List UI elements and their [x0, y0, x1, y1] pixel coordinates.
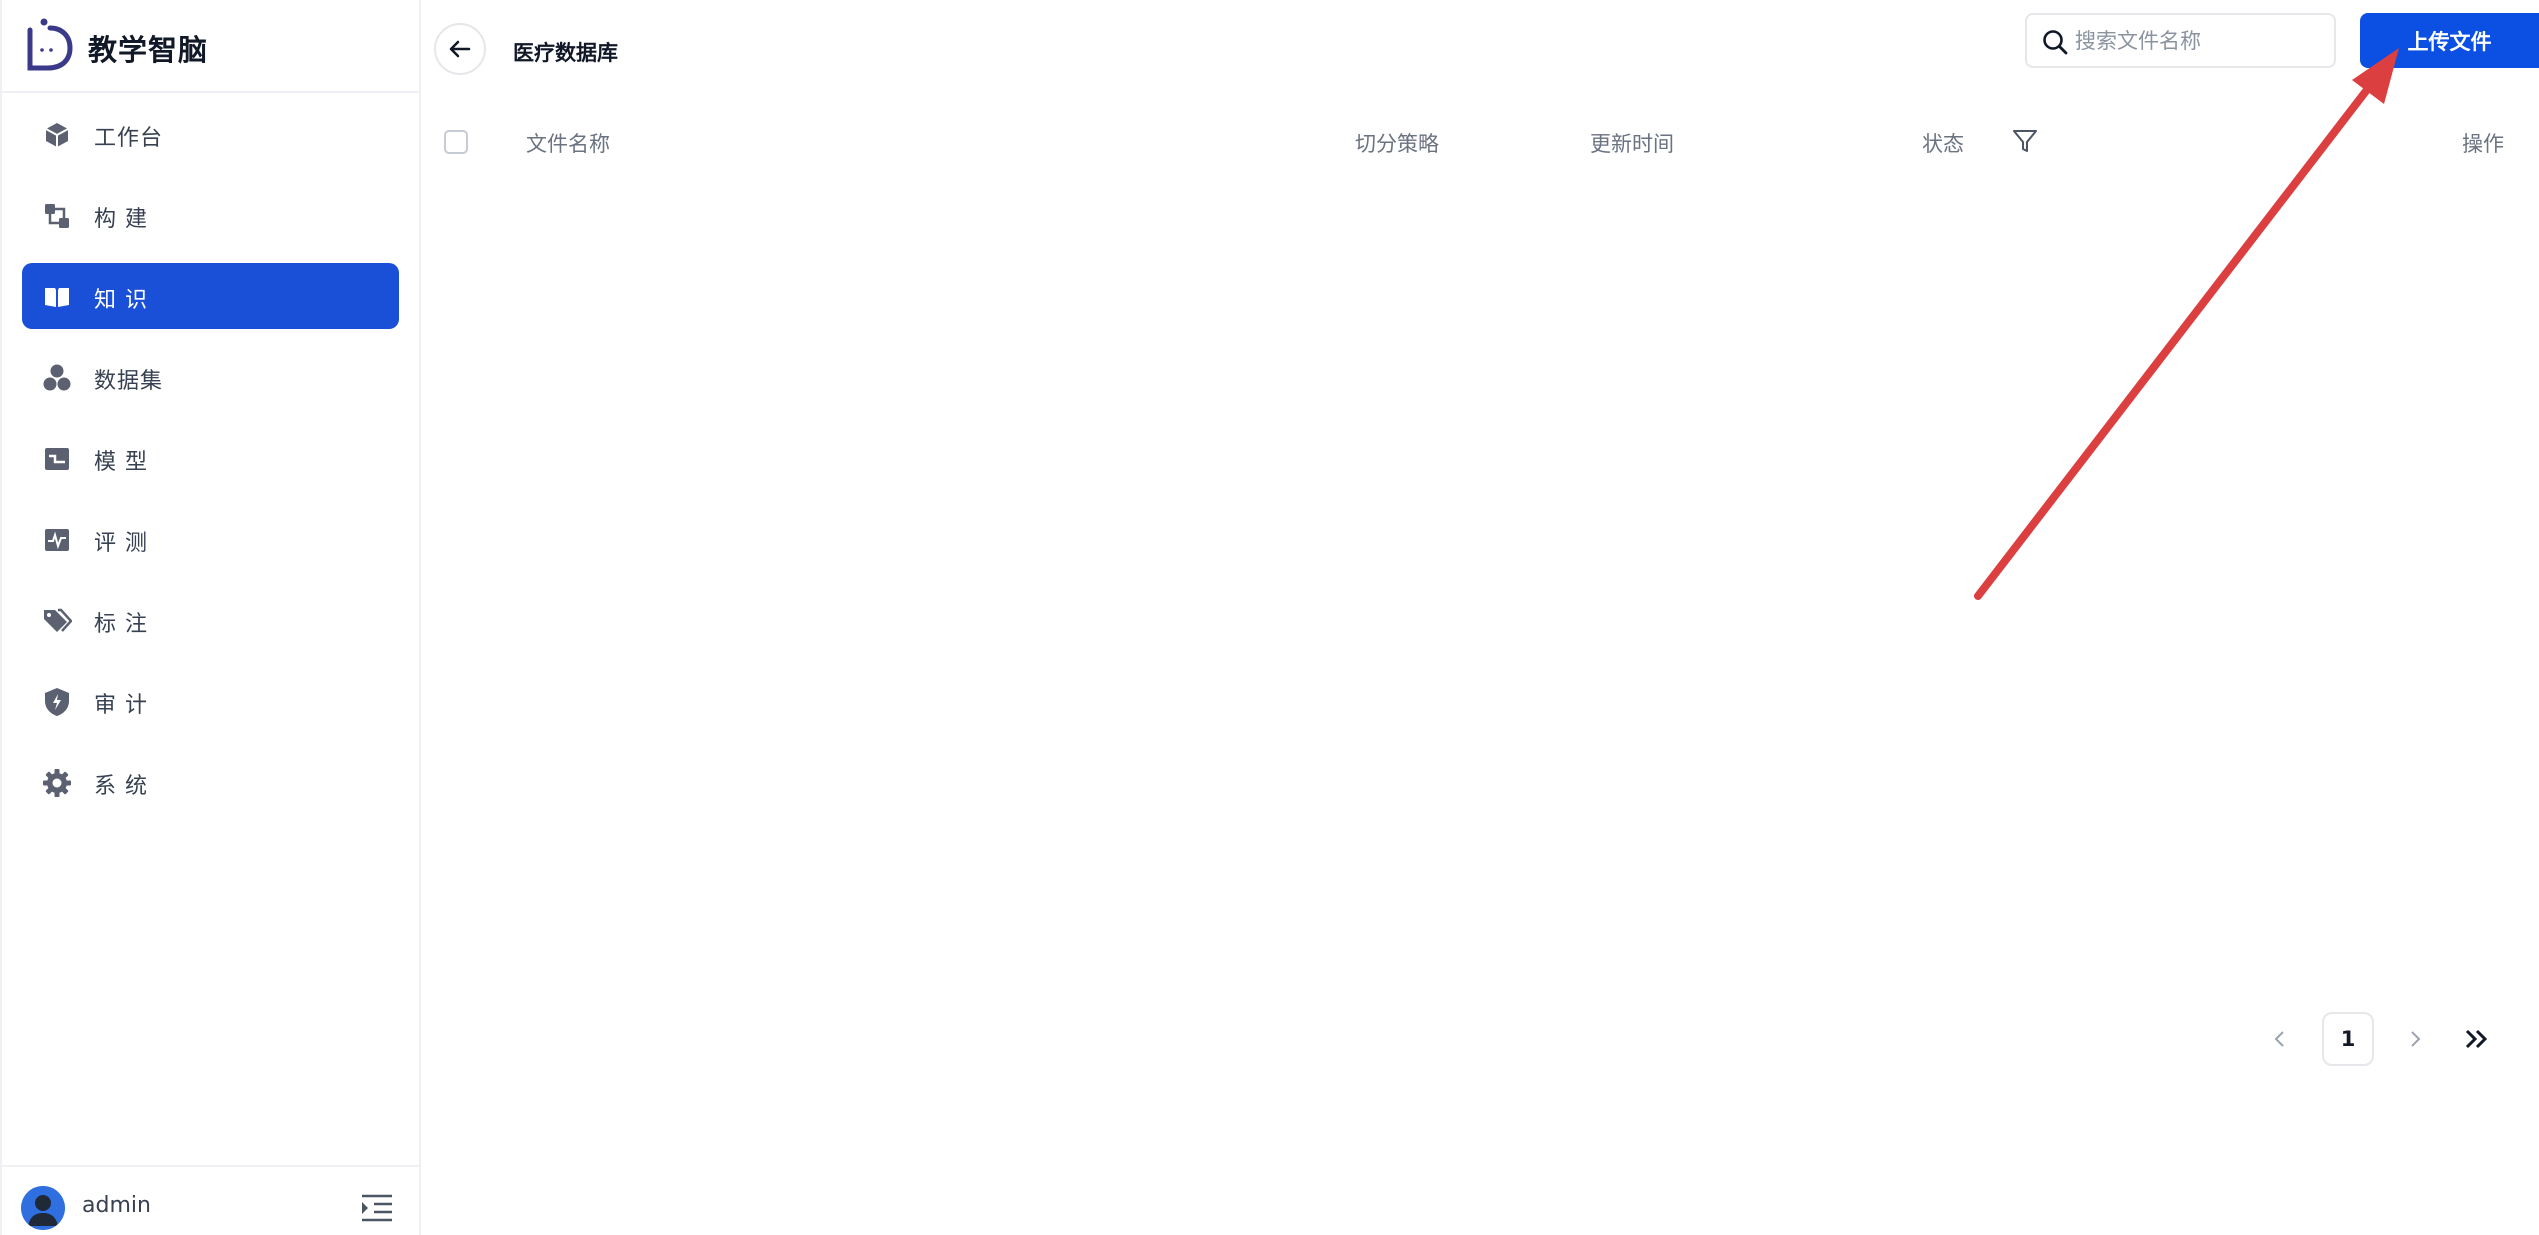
back-button[interactable]: [434, 23, 486, 75]
pagination-page-current[interactable]: 1: [2322, 1012, 2374, 1066]
tags-icon: [42, 606, 72, 636]
pagination-next-button[interactable]: [2395, 1012, 2435, 1066]
double-chevron-right-icon: [2465, 1029, 2488, 1049]
column-header-file-name[interactable]: 文件名称: [526, 128, 610, 158]
brand-name: 教学智脑: [88, 33, 209, 67]
column-header-status[interactable]: 状态: [1922, 128, 1964, 158]
shield-bolt-icon: [42, 687, 72, 717]
sidebar-item-system[interactable]: 系 统: [22, 749, 399, 815]
arrow-left-icon: [449, 40, 471, 58]
column-header-actions: 操作: [2462, 132, 2504, 156]
sidebar-item-knowledge[interactable]: 知 识: [22, 263, 399, 329]
avatar[interactable]: [21, 1186, 65, 1230]
column-header-updated-time[interactable]: 更新时间: [1590, 128, 1674, 158]
pagination-prev-button[interactable]: [2260, 1012, 2300, 1066]
sidebar-item-evaluation[interactable]: 评 测: [22, 506, 399, 572]
page-title: 医疗数据库: [513, 41, 618, 65]
sidebar-item-label: 标 注: [94, 612, 148, 637]
search-box[interactable]: [2025, 13, 2336, 68]
sidebar-item-dataset[interactable]: 数据集: [22, 344, 399, 410]
sidebar-item-annotation[interactable]: 标 注: [22, 587, 399, 653]
chevron-right-icon: [2411, 1031, 2421, 1047]
sidebar-item-label: 知 识: [94, 288, 148, 313]
sidebar-footer: admin: [2, 1165, 421, 1235]
app-window: 教学智脑 工作台 构 建 知 识 数据集 模 型 评 测 标 注 审 计 系 统…: [0, 0, 2539, 1235]
brand-header: 教学智脑: [2, 0, 421, 93]
sidebar-item-model[interactable]: 模 型: [22, 425, 399, 491]
username: admin: [82, 1193, 151, 1218]
sidebar-item-audit[interactable]: 审 计: [22, 668, 399, 734]
sidebar-item-label: 系 统: [94, 774, 148, 799]
sidebar-item-label: 数据集: [94, 369, 164, 394]
sidebar-item-label: 审 计: [94, 693, 148, 718]
chevron-left-icon: [2274, 1031, 2284, 1047]
user-icon: [21, 1186, 65, 1230]
brand-logo-icon: [27, 18, 73, 71]
sidebar-item-label: 构 建: [94, 207, 148, 232]
hexagons-icon: [42, 363, 72, 393]
pagination-last-button[interactable]: [2455, 1012, 2499, 1066]
sidebar: 教学智脑 工作台 构 建 知 识 数据集 模 型 评 测 标 注 审 计 系 统…: [0, 0, 421, 1235]
sidebar-item-build[interactable]: 构 建: [22, 182, 399, 248]
model-icon: [42, 444, 72, 474]
column-header-split-strategy[interactable]: 切分策略: [1355, 128, 1439, 158]
search-input[interactable]: [2075, 21, 2325, 61]
select-all-checkbox[interactable]: [444, 130, 468, 154]
pulse-icon: [42, 525, 72, 555]
sidebar-item-workbench[interactable]: 工作台: [22, 101, 399, 167]
search-icon: [2043, 30, 2068, 55]
collapse-sidebar-button[interactable]: [360, 1193, 394, 1223]
book-icon: [42, 282, 72, 312]
sidebar-item-label: 评 测: [94, 531, 148, 556]
upload-file-button[interactable]: 上传文件: [2360, 13, 2539, 68]
sidebar-item-label: 模 型: [94, 450, 148, 475]
sidebar-item-label: 工作台: [94, 126, 164, 151]
gear-icon: [42, 768, 72, 798]
table-header: 文件名称 切分策略 更新时间 状态 操作: [421, 110, 2539, 172]
filter-icon[interactable]: [2011, 127, 2039, 155]
build-icon: [42, 201, 72, 231]
cube-icon: [42, 120, 72, 150]
indent-icon: [362, 1194, 392, 1222]
